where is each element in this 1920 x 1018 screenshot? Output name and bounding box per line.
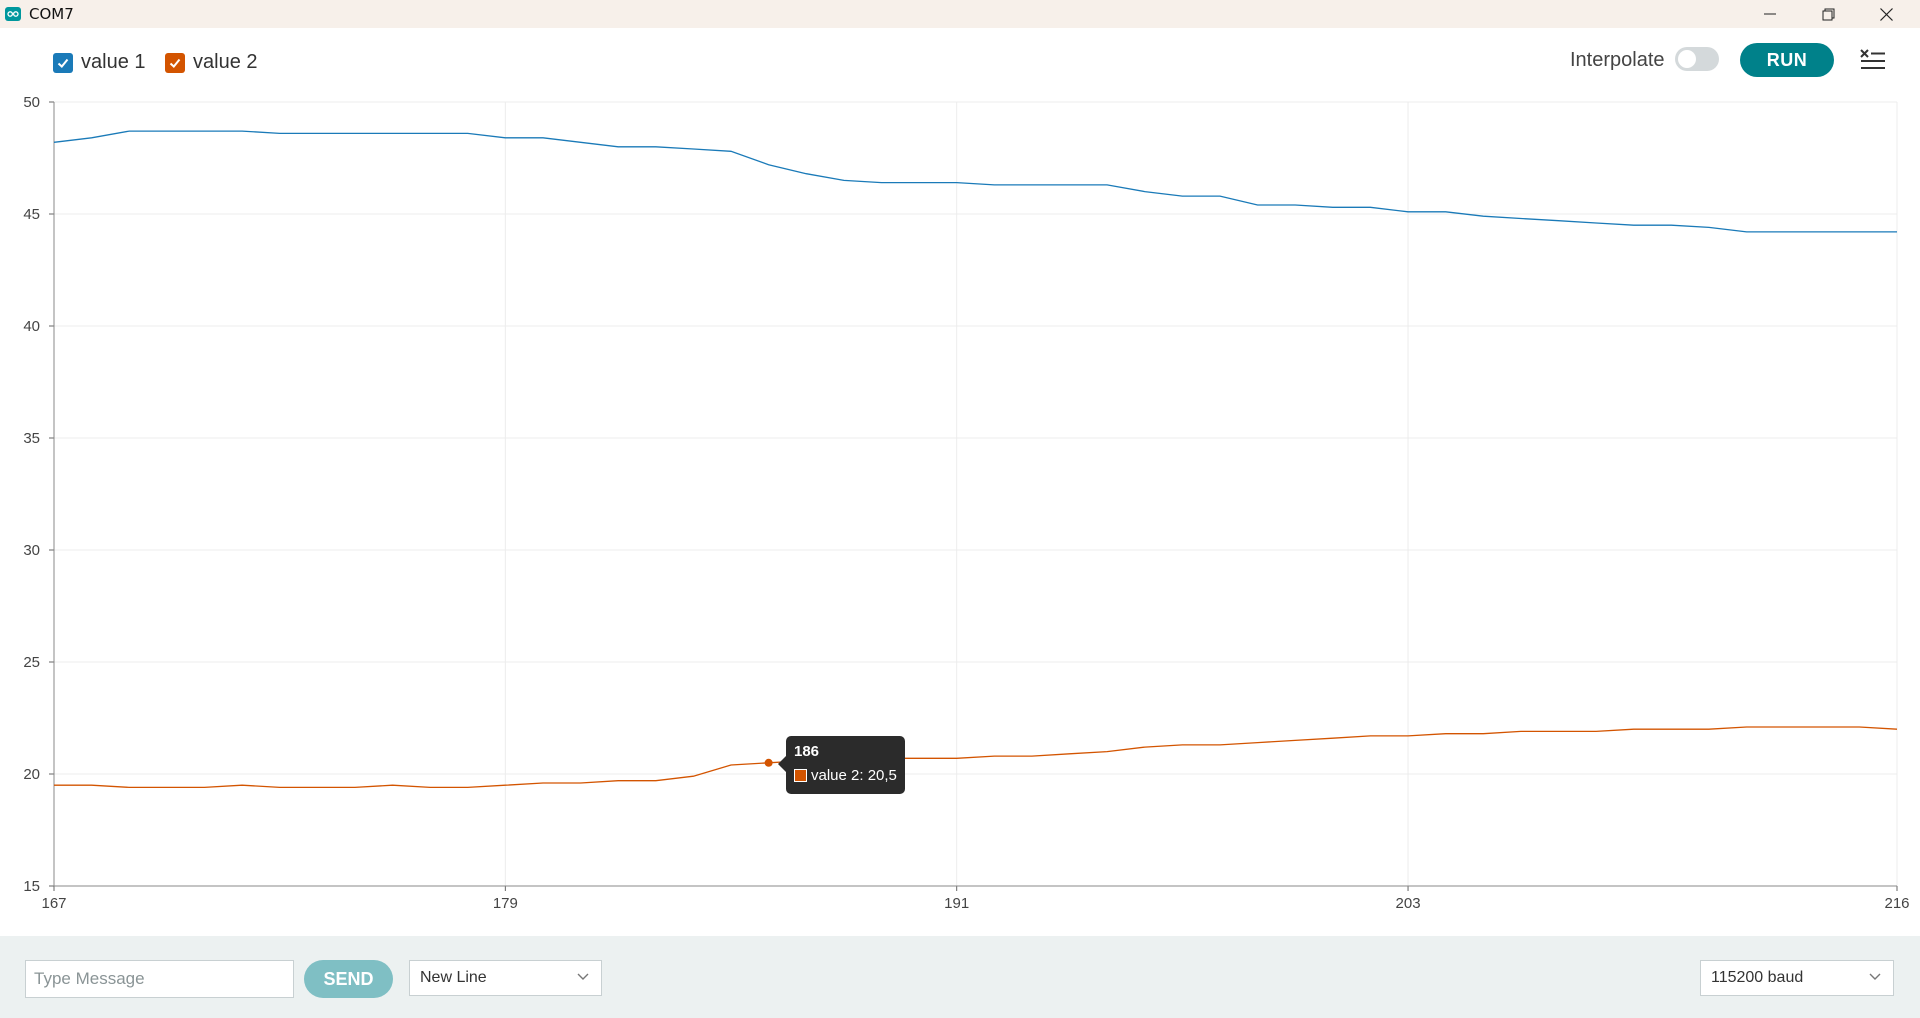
close-icon [1879,7,1893,21]
y-tick-label: 40 [23,318,40,335]
baud-rate-select[interactable]: 115200 baud [1700,960,1894,996]
title-bar: COM7 [0,0,1920,28]
hover-point [764,758,773,767]
close-button[interactable] [1858,0,1914,28]
tooltip-title: 186 [794,743,820,760]
tooltip-row: value 2: 20,5 [794,767,897,784]
x-tick-label: 216 [1884,895,1909,912]
tooltip-arrow [778,756,786,772]
legend-label: value 2 [193,51,258,73]
line-ending-value: New Line [420,969,487,986]
minimize-button[interactable] [1742,0,1798,28]
data-tooltip: 186 value 2: 20,5 [778,736,905,794]
checkmark-icon [169,58,181,68]
y-tick-label: 50 [23,94,40,111]
checkbox-value-1[interactable] [53,52,73,73]
y-tick-label: 45 [23,206,40,223]
tooltip-value: value 2: 20,5 [811,767,897,784]
x-tick-label: 203 [1396,895,1421,912]
message-input[interactable] [25,960,294,998]
run-button[interactable]: RUN [1740,43,1834,77]
checkbox-value-2[interactable] [165,52,185,73]
plot-area: 15 20 25 30 35 40 45 50 167 179 191 203 216 [23,94,1909,912]
y-tick-label: 30 [23,542,40,559]
clear-plot-icon[interactable] [1860,48,1886,72]
baud-rate-value: 115200 baud [1711,969,1804,986]
y-tick-label: 20 [23,766,40,783]
line-ending-select[interactable]: New Line [409,960,602,996]
chevron-down-icon [1869,973,1881,980]
y-tick-label: 15 [23,878,40,895]
chevron-down-icon [577,973,589,980]
legend-item-value-1[interactable]: value 1 [53,51,146,74]
minimize-icon [1764,13,1776,15]
interpolate-toggle[interactable] [1675,47,1719,71]
legend-label: value 1 [81,51,146,73]
legend-item-value-2[interactable]: value 2 [165,51,258,74]
x-tick-label: 179 [493,895,518,912]
arduino-logo-icon [5,7,21,21]
series-line-value-1 [53,130,1897,233]
checkmark-icon [57,58,69,68]
x-tick-label: 167 [41,895,66,912]
restore-button[interactable] [1800,0,1856,28]
y-tick-label: 25 [23,654,40,671]
toggle-knob [1678,50,1696,68]
y-tick-label: 35 [23,430,40,447]
restore-icon [1822,8,1834,20]
send-button[interactable]: SEND [304,960,393,998]
series-line-value-2 [54,726,1898,789]
tooltip-swatch [794,769,807,782]
x-tick-label: 191 [944,895,969,912]
window-title: COM7 [29,5,74,23]
interpolate-label: Interpolate [1570,49,1665,71]
